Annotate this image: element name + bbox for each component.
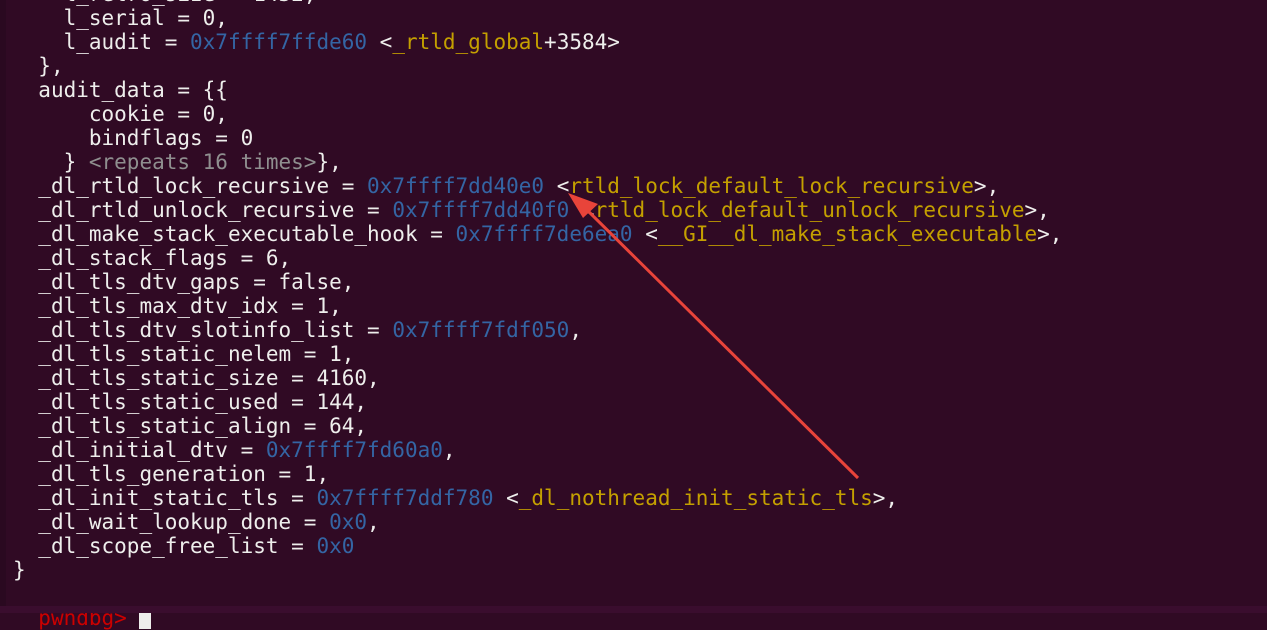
code-text: l_serial = 0, [63,6,228,30]
terminal-line: bindflags = 0 [13,126,1267,150]
code-text: _dl_tls_static_used = 144, [38,390,368,414]
code-text: }, [316,150,342,174]
terminal-line: l_audit = 0x7ffff7ffde60 <_rtld_global+3… [13,30,1267,54]
code-text: _dl_initial_dtv = [38,438,266,462]
code-text: _dl_tls_dtv_gaps = false, [38,270,355,294]
code-text: } [13,558,26,582]
code-text: , [569,318,582,342]
code-text: _dl_make_stack_executable_hook = [38,222,456,246]
terminal-line: }, [13,54,1267,78]
address-value: 0x7ffff7dd40e0 [367,174,545,198]
code-text: _dl_tls_max_dtv_idx = 1, [38,294,342,318]
address-value: 0x7ffff7fd60a0 [265,438,443,462]
code-text: < [367,30,393,54]
code-text: >, [1024,198,1050,222]
symbol-name: rtld_lock_default_lock_recursive [569,174,974,198]
terminal-line: audit_data = {{ [13,78,1267,102]
symbol-name: _rtld_global [392,30,545,54]
symbol-name: rtld_lock_default_unlock_recursive [594,198,1025,222]
code-text: } [63,150,89,174]
code-text: _dl_tls_static_nelem = 1, [38,342,355,366]
code-text: +3584> [544,30,620,54]
code-text: _dl_rtld_unlock_recursive = [38,198,393,222]
code-text: _dl_rtld_lock_recursive = [38,174,368,198]
code-text: cookie = 0, [88,102,228,126]
terminal-line: _dl_wait_lookup_done = 0x0, [13,510,1267,534]
code-text: l_audit = [63,30,191,54]
terminal-line: _dl_tls_dtv_slotinfo_list = 0x7ffff7fdf0… [13,318,1267,342]
terminal-line: _dl_tls_static_nelem = 1, [13,342,1267,366]
terminal-line: } [13,558,1267,582]
code-text: , [442,438,456,462]
terminal-line: _dl_tls_generation = 1, [13,462,1267,486]
code-text: < [544,174,570,198]
terminal-line: l_serial = 0, [13,6,1267,30]
terminal-line: _dl_tls_static_size = 4160, [13,366,1267,390]
code-text: < [632,222,658,246]
terminal-line: _dl_make_stack_executable_hook = 0x7ffff… [13,222,1267,246]
address-value: 0x7ffff7de6ea0 [455,222,633,246]
terminal-line: _dl_tls_max_dtv_idx = 1, [13,294,1267,318]
address-value: 0x7ffff7ffde60 [190,30,368,54]
terminal-line: _dl_tls_dtv_gaps = false, [13,270,1267,294]
code-text: _dl_wait_lookup_done = [38,510,330,534]
terminal-line: _dl_initial_dtv = 0x7ffff7fd60a0, [13,438,1267,462]
code-text: _dl_tls_generation = 1, [38,462,330,486]
terminal-line: _dl_rtld_lock_recursive = 0x7ffff7dd40e0… [13,174,1267,198]
code-text: _dl_tls_static_size = 4160, [38,366,380,390]
code-text: _dl_tls_dtv_slotinfo_list = [38,318,393,342]
code-text: audit_data = {{ [38,78,228,102]
terminal-line: _dl_rtld_unlock_recursive = 0x7ffff7dd40… [13,198,1267,222]
symbol-name: __GI__dl_make_stack_executable [657,222,1038,246]
code-text: , [367,510,380,534]
terminal-line: _dl_init_static_tls = 0x7ffff7ddf780 <_d… [13,486,1267,510]
code-text: _dl_stack_flags = 6, [38,246,292,270]
terminal-line: _dl_stack_flags = 6, [13,246,1267,270]
window-edge [0,0,6,613]
code-text: bindflags = 0 [88,126,254,150]
terminal-line: _dl_scope_free_list = 0x0 [13,534,1267,558]
terminal-line: _dl_tls_static_used = 144, [13,390,1267,414]
code-text: < [493,486,519,510]
repeat-note: <repeats 16 times> [88,150,317,174]
code-text: _dl_tls_static_align = 64, [38,414,368,438]
address-value: 0x7ffff7ddf780 [316,486,494,510]
terminal-line: _dl_tls_static_align = 64, [13,414,1267,438]
code-text: }, [38,54,64,78]
address-value: 0x7ffff7dd40f0 [392,198,570,222]
address-value: 0x7ffff7fdf050 [392,318,570,342]
code-text: < [569,198,595,222]
terminal-line: } <repeats 16 times>}, [13,150,1267,174]
code-text: >, [1037,222,1063,246]
address-value: 0x0 [329,510,368,534]
code-text: >, [973,174,1000,198]
code-text: _dl_init_static_tls = [38,486,317,510]
symbol-name: _dl_nothread_init_static_tls [518,486,873,510]
code-text: >, [872,486,899,510]
bottom-bar [0,606,1267,613]
terminal-output: l_relro_size = 1432, l_serial = 0, l_aud… [13,0,1267,582]
prompt-line[interactable]: pwndbg> [13,582,151,630]
terminal-line: cookie = 0, [13,102,1267,126]
address-value: 0x0 [316,534,355,558]
code-text: _dl_scope_free_list = [38,534,317,558]
